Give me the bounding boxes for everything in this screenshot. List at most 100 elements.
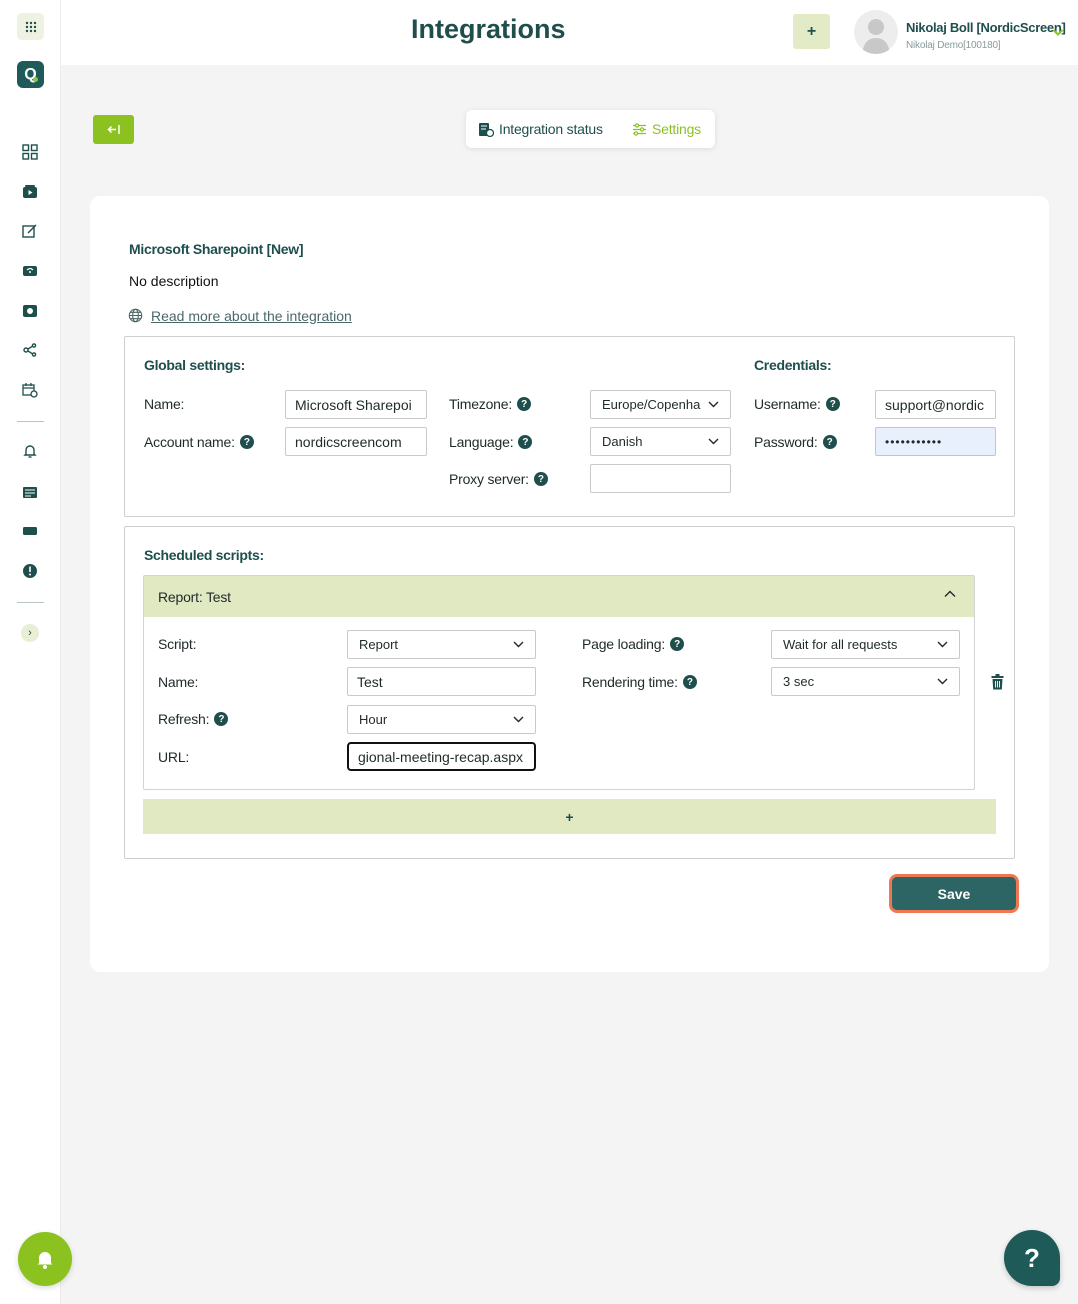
chevron-down-icon[interactable] bbox=[1052, 24, 1064, 42]
add-script-button[interactable]: + bbox=[143, 799, 996, 834]
page-loading-select-value: Wait for all requests bbox=[783, 637, 898, 652]
sidebar: Q › bbox=[0, 0, 72, 1304]
script-select-value: Report bbox=[359, 637, 399, 652]
url-input[interactable]: gional-meeting-recap.aspx bbox=[347, 742, 536, 771]
media-player-icon[interactable] bbox=[19, 181, 41, 203]
help-icon[interactable]: ? bbox=[214, 712, 229, 726]
help-icon[interactable]: ? bbox=[825, 397, 840, 411]
account-name-input[interactable]: nordicscreencom bbox=[285, 427, 427, 456]
help-icon[interactable]: ? bbox=[518, 435, 533, 449]
language-select[interactable]: Danish bbox=[590, 427, 731, 456]
refresh-label-text: Refresh: bbox=[158, 711, 210, 727]
alarm-bell-icon[interactable] bbox=[19, 440, 41, 462]
timezone-select[interactable]: Europe/Copenha bbox=[590, 390, 731, 419]
page-loading-select[interactable]: Wait for all requests bbox=[771, 630, 960, 659]
proxy-server-input[interactable] bbox=[590, 464, 731, 493]
timezone-label-text: Timezone: bbox=[449, 396, 513, 412]
app-logo[interactable]: Q bbox=[17, 61, 44, 88]
top-bar: Integrations + Nikolaj Boll [NordicScree… bbox=[61, 0, 1078, 65]
alert-icon[interactable] bbox=[19, 560, 41, 582]
chevron-up-icon[interactable] bbox=[944, 590, 956, 598]
help-chat-button[interactable]: ? bbox=[1004, 1230, 1060, 1286]
chevron-down-icon bbox=[708, 438, 719, 445]
back-arrow-icon bbox=[106, 125, 120, 134]
global-settings-panel: Global settings: Name: Microsoft Sharepo… bbox=[124, 336, 1015, 517]
page-title: Integrations bbox=[411, 14, 566, 44]
username-label: Username:? bbox=[754, 396, 840, 412]
help-icon[interactable]: ? bbox=[517, 397, 532, 411]
script-name-label-text: Name: bbox=[158, 674, 199, 690]
password-input[interactable]: ••••••••••• bbox=[875, 427, 996, 456]
user-name[interactable]: Nikolaj Boll [NordicScreen] bbox=[906, 20, 1066, 35]
tab-group: Integration status Settings bbox=[466, 110, 715, 148]
integration-card: Microsoft Sharepoint [New] No descriptio… bbox=[90, 196, 1049, 972]
help-icon[interactable]: ? bbox=[239, 435, 254, 449]
refresh-select-value: Hour bbox=[359, 712, 388, 727]
help-icon[interactable]: ? bbox=[682, 675, 697, 689]
notifications-bell-button[interactable] bbox=[18, 1232, 72, 1286]
apps-grid-icon[interactable] bbox=[17, 13, 44, 40]
url-label-text: URL: bbox=[158, 749, 190, 765]
name-input[interactable]: Microsoft Sharepoi bbox=[285, 390, 427, 419]
integration-title: Microsoft Sharepoint [New] bbox=[129, 241, 304, 257]
avatar[interactable] bbox=[854, 10, 898, 54]
help-icon[interactable]: ? bbox=[670, 637, 685, 651]
tab-settings-label: Settings bbox=[652, 121, 701, 137]
help-icon[interactable]: ? bbox=[822, 435, 837, 449]
news-icon[interactable] bbox=[19, 481, 41, 503]
screens-icon[interactable] bbox=[19, 260, 41, 282]
rendering-time-select[interactable]: 3 sec bbox=[771, 667, 960, 696]
rendering-time-label: Rendering time:? bbox=[582, 674, 697, 690]
tab-status-label: Integration status bbox=[499, 121, 603, 137]
url-label: URL: bbox=[158, 749, 189, 765]
account-name-label: Account name:? bbox=[144, 434, 254, 450]
expand-sidebar-chevron-icon[interactable]: › bbox=[21, 624, 39, 642]
sliders-icon bbox=[633, 122, 646, 136]
name-label: Name: bbox=[144, 396, 184, 412]
user-account: Nikolaj Demo[100180] bbox=[906, 40, 1001, 51]
name-label-text: Name: bbox=[144, 396, 185, 412]
schedule-calendar-icon[interactable] bbox=[19, 379, 41, 401]
scheduled-scripts-heading: Scheduled scripts: bbox=[144, 547, 264, 563]
rendering-time-label-text: Rendering time: bbox=[582, 674, 678, 690]
save-button[interactable]: Save bbox=[889, 874, 1019, 913]
username-input[interactable]: support@nordic bbox=[875, 390, 996, 419]
page-loading-label: Page loading:? bbox=[582, 636, 685, 652]
rendering-time-select-value: 3 sec bbox=[783, 674, 815, 689]
tab-settings[interactable]: Settings bbox=[632, 110, 701, 148]
sidebar-divider bbox=[17, 421, 44, 422]
chevron-down-icon bbox=[937, 641, 948, 648]
global-settings-heading: Global settings: bbox=[144, 357, 245, 373]
script-label-text: Script: bbox=[158, 636, 197, 652]
credentials-heading: Credentials: bbox=[754, 357, 832, 373]
chevron-down-icon bbox=[708, 401, 719, 408]
script-select[interactable]: Report bbox=[347, 630, 536, 659]
playlist-icon[interactable] bbox=[19, 300, 41, 322]
status-document-icon bbox=[479, 122, 494, 137]
add-button[interactable]: + bbox=[793, 14, 830, 49]
share-icon[interactable] bbox=[19, 339, 41, 361]
script-name-input[interactable]: Test bbox=[347, 667, 536, 696]
tab-integration-status[interactable]: Integration status bbox=[478, 110, 603, 148]
chevron-down-icon bbox=[513, 641, 524, 648]
display-bar-icon[interactable] bbox=[19, 520, 41, 542]
read-more-link[interactable]: Read more about the integration bbox=[151, 308, 352, 324]
password-label: Password:? bbox=[754, 434, 837, 450]
proxy-server-label: Proxy server:? bbox=[449, 471, 548, 487]
scheduled-scripts-panel: Scheduled scripts: Report: Test Script: … bbox=[124, 526, 1015, 859]
back-button[interactable] bbox=[93, 115, 134, 144]
trash-icon[interactable] bbox=[991, 674, 1004, 695]
language-select-value: Danish bbox=[602, 434, 643, 449]
script-item-title: Report: Test bbox=[158, 588, 231, 605]
sidebar-divider bbox=[17, 602, 44, 603]
script-name-label: Name: bbox=[158, 674, 198, 690]
password-label-text: Password: bbox=[754, 434, 818, 450]
language-label: Language:? bbox=[449, 434, 533, 450]
dashboard-icon[interactable] bbox=[19, 141, 41, 163]
language-label-text: Language: bbox=[449, 434, 514, 450]
timezone-label: Timezone:? bbox=[449, 396, 532, 412]
edit-content-icon[interactable] bbox=[19, 220, 41, 242]
help-icon[interactable]: ? bbox=[533, 472, 548, 486]
refresh-select[interactable]: Hour bbox=[347, 705, 536, 734]
script-accordion-header[interactable]: Report: Test bbox=[144, 576, 974, 617]
